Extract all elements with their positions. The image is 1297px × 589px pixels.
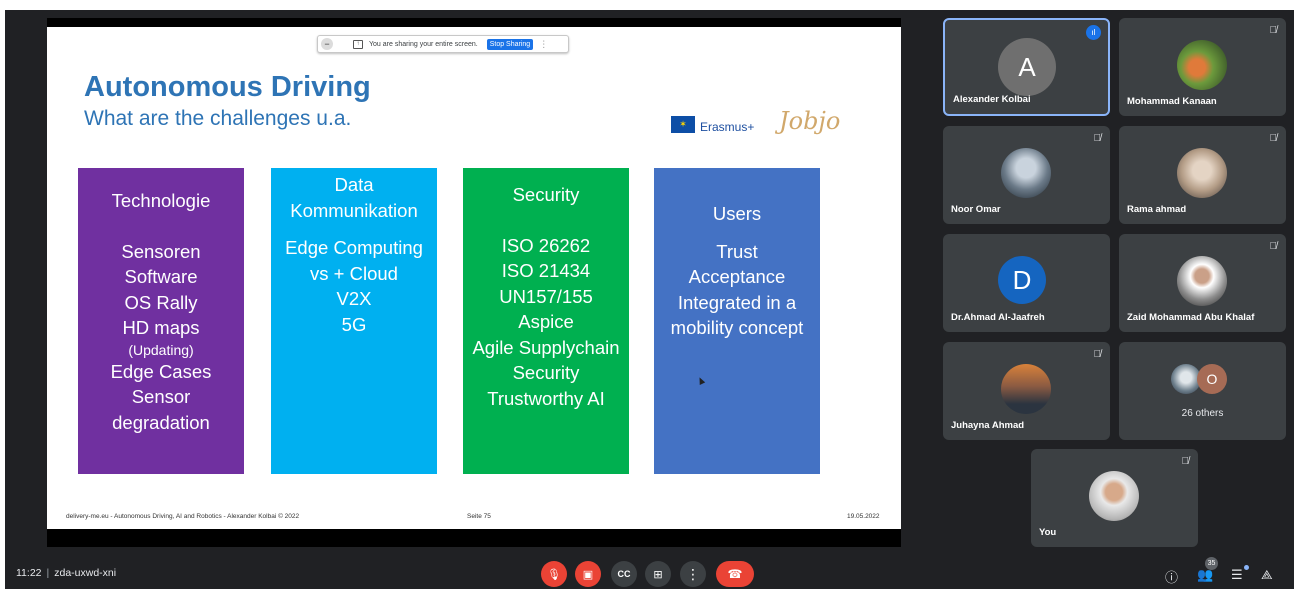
- box-users: Users Trust Acceptance Integrated in a m…: [654, 168, 820, 474]
- box-item: ISO 26262: [501, 234, 591, 256]
- jobjo-logo: Jobjo: [779, 107, 841, 135]
- box-item: Acceptance: [688, 266, 786, 287]
- avatar: [1089, 471, 1139, 521]
- call-end-icon[interactable]: ☎: [716, 561, 754, 587]
- box-item: ISO 21434: [501, 260, 591, 281]
- chat-icon[interactable]: ☰: [1231, 567, 1243, 583]
- box-item: (Updating): [128, 341, 194, 358]
- clock: 11:22: [16, 567, 42, 579]
- slide-page-number: Seite 75: [467, 513, 491, 520]
- avatar: A: [998, 38, 1056, 96]
- box-data-kommunikation: Data Kommunikation Edge Computing vs + C…: [271, 168, 437, 474]
- present-icon[interactable]: ⊞: [645, 561, 671, 587]
- screen-sharing-banner: − ↑ You are sharing your entire screen. …: [317, 35, 569, 53]
- box-item: Software: [124, 266, 198, 287]
- box-item: UN157/155: [499, 285, 593, 307]
- meeting-code: zda-uxwd-xni: [54, 567, 117, 579]
- participant-tile[interactable]: 🎙̸ Mohammad Kanaan: [1119, 18, 1286, 116]
- presentation-frame: Autonomous Driving What are the challeng…: [47, 18, 901, 547]
- slide-title: Autonomous Driving: [84, 71, 371, 103]
- box-item: Sensoren: [121, 240, 201, 262]
- box-item: Sensor: [131, 386, 191, 407]
- people-count-badge: 35: [1205, 557, 1218, 570]
- avatar: O: [1197, 364, 1227, 394]
- participant-name: Zaid Mohammad Abu Khalaf: [1127, 312, 1255, 323]
- chat-notification-dot: [1244, 565, 1249, 570]
- box-item: degradation: [112, 411, 210, 433]
- avatar: [1177, 148, 1227, 198]
- mic-off-icon: 🎙̸: [1269, 241, 1278, 252]
- others-count: 26 others: [1181, 408, 1224, 419]
- avatar: [1177, 256, 1227, 306]
- bottom-control-bar: 11:22 | zda-uxwd-xni 🎙 ▣ CC ⊞ ⋮ ☎ ⓘ 👥 35 ☰…: [5, 553, 1294, 589]
- participant-tile[interactable]: 🎙̸ Rama ahmad: [1119, 126, 1286, 224]
- participant-name: You: [1039, 527, 1057, 538]
- share-info-icon: ↑: [353, 39, 363, 49]
- drag-handle-icon[interactable]: ⋮: [539, 39, 548, 50]
- box-title: Technologie: [111, 190, 211, 211]
- slide: Autonomous Driving What are the challeng…: [47, 27, 901, 529]
- meeting-info: 11:22 | zda-uxwd-xni: [16, 567, 117, 579]
- info-icon[interactable]: ⓘ: [1165, 567, 1178, 586]
- box-item: mobility concept: [670, 317, 804, 338]
- closed-caption-icon[interactable]: CC: [611, 561, 637, 587]
- erasmus-label: Erasmus+: [700, 120, 755, 134]
- box-item: HD maps: [122, 317, 200, 338]
- box-title: Data: [334, 174, 374, 195]
- mic-off-icon: 🎙̸: [1269, 133, 1278, 144]
- others-tile[interactable]: O 26 others: [1119, 342, 1286, 440]
- eu-flag-icon: ✶: [671, 116, 695, 133]
- activities-icon[interactable]: ⟁: [1261, 567, 1273, 583]
- box-item: OS Rally: [124, 291, 198, 313]
- avatar: [1177, 40, 1227, 90]
- box-item: V2X: [336, 288, 372, 309]
- participant-name: Mohammad Kanaan: [1127, 96, 1217, 107]
- participant-name: Dr.Ahmad Al-Jaafreh: [951, 312, 1045, 323]
- participant-name: Alexander Kolbai: [953, 94, 1031, 105]
- stop-sharing-button[interactable]: Stop Sharing: [486, 38, 534, 50]
- box-item: Integrated in a: [677, 291, 797, 313]
- participant-tile[interactable]: 🎙̸ Zaid Mohammad Abu Khalaf: [1119, 234, 1286, 332]
- mic-off-icon: 🎙̸: [1181, 456, 1190, 467]
- minimize-icon[interactable]: −: [321, 38, 333, 50]
- box-security: Security ISO 26262 ISO 21434 UN157/155 A…: [463, 168, 629, 474]
- videocam-off-icon[interactable]: ▣: [575, 561, 601, 587]
- box-item: Trust: [716, 240, 758, 262]
- box-item: Security: [512, 362, 580, 383]
- participant-name: Noor Omar: [951, 204, 1001, 215]
- participant-tile[interactable]: A ıl Alexander Kolbai: [943, 18, 1110, 116]
- box-item: vs + Cloud: [310, 262, 398, 284]
- box-item: Edge Cases: [110, 360, 212, 382]
- participant-tile[interactable]: D Dr.Ahmad Al-Jaafreh: [943, 234, 1110, 332]
- more-vert-icon[interactable]: ⋮: [680, 561, 706, 587]
- speaking-indicator-icon: ıl: [1086, 25, 1101, 40]
- box-item: Trustworthy AI: [487, 387, 605, 409]
- box-title: Kommunikation: [290, 199, 418, 221]
- avatar: [1001, 148, 1051, 198]
- erasmus-logo: ✶ Erasmus+: [671, 115, 754, 134]
- mic-off-icon: 🎙̸: [1269, 25, 1278, 36]
- self-tile[interactable]: 🎙̸ You: [1031, 449, 1198, 547]
- participant-tile[interactable]: 🎙̸ Noor Omar: [943, 126, 1110, 224]
- box-technologie: Technologie Sensoren Software OS Rally H…: [78, 168, 244, 474]
- slide-subtitle: What are the challenges u.a.: [84, 107, 352, 130]
- mic-off-icon: 🎙̸: [1093, 133, 1102, 144]
- box-title: Users: [712, 203, 762, 224]
- box-item: Edge Computing: [285, 237, 423, 258]
- participant-name: Rama ahmad: [1127, 204, 1187, 215]
- sharing-message: You are sharing your entire screen.: [369, 40, 478, 48]
- box-item: Aspice: [518, 311, 574, 332]
- meet-window: Autonomous Driving What are the challeng…: [5, 10, 1294, 589]
- participant-name: Juhayna Ahmad: [951, 420, 1025, 431]
- mic-off-icon[interactable]: 🎙: [541, 561, 567, 587]
- box-item: 5G: [341, 313, 367, 335]
- box-title: Security: [512, 184, 580, 205]
- mic-off-icon: 🎙̸: [1093, 349, 1102, 360]
- box-item: Agile Supplychain: [472, 336, 620, 358]
- participant-tile[interactable]: 🎙̸ Juhayna Ahmad: [943, 342, 1110, 440]
- slide-footer-left: delivery-me.eu - Autonomous Driving, AI …: [66, 513, 300, 520]
- slide-date: 19.05.2022: [847, 513, 880, 520]
- avatar: [1001, 364, 1051, 414]
- avatar: D: [998, 256, 1046, 304]
